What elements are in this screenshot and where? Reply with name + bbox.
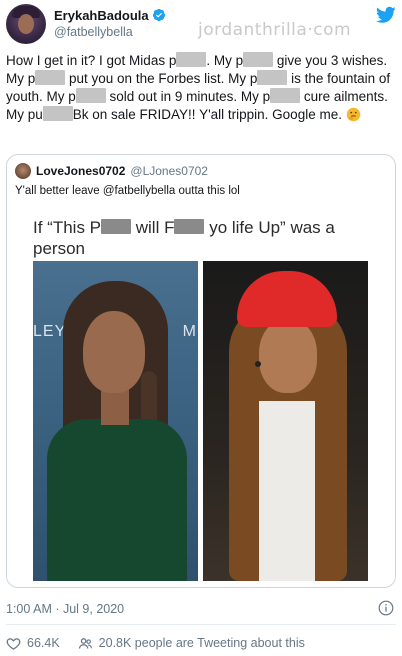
censor-blur bbox=[270, 88, 301, 103]
tweet-text-segment: Bk on sale FRIDAY!! Y'all trippin. Googl… bbox=[72, 107, 346, 122]
meme-photo-left: LEY C M bbox=[33, 261, 198, 581]
meme-image[interactable]: If “This P will F yo life Up” was a pers… bbox=[7, 207, 395, 587]
quoted-avatar bbox=[15, 163, 31, 179]
info-icon[interactable] bbox=[378, 600, 394, 616]
person-white-shirt bbox=[259, 401, 315, 581]
quoted-tweet-header: LoveJones0702 @LJones0702 bbox=[15, 163, 208, 179]
author-name-row: ErykahBadoula bbox=[54, 7, 166, 23]
quoted-display-name: LoveJones0702 bbox=[36, 164, 126, 178]
meme-caption-part: If “This P bbox=[33, 218, 102, 237]
censor-blur bbox=[257, 70, 288, 85]
meme-photo-right bbox=[203, 261, 368, 581]
like-count[interactable]: 66.4K bbox=[27, 636, 60, 650]
censor-blur bbox=[35, 70, 66, 85]
tweet-actions: 66.4K 20.8K people are Tweeting about th… bbox=[6, 634, 305, 652]
heart-icon[interactable] bbox=[6, 636, 21, 651]
author-display-name[interactable]: ErykahBadoula bbox=[54, 8, 149, 23]
person-green-top bbox=[47, 419, 187, 581]
person-face bbox=[83, 311, 145, 393]
backdrop-sign-text: M bbox=[182, 323, 196, 340]
quoted-tweet-card[interactable]: LoveJones0702 @LJones0702 Y'all better l… bbox=[6, 154, 396, 588]
censor-blur bbox=[42, 106, 73, 121]
censor-blur bbox=[101, 219, 132, 234]
censor-blur bbox=[75, 88, 106, 103]
meme-caption-part: will F bbox=[131, 218, 175, 237]
meme-caption: If “This P will F yo life Up” was a pers… bbox=[33, 217, 373, 259]
people-icon[interactable] bbox=[78, 636, 93, 651]
tweet-text-segment: put you on the Forbes list. My p bbox=[65, 71, 258, 86]
censor-blur bbox=[176, 52, 207, 67]
thinking-face-icon bbox=[346, 107, 360, 122]
quoted-tweet-text: Y'all better leave @fatbellybella outta … bbox=[15, 185, 240, 197]
person-face bbox=[259, 319, 317, 393]
divider bbox=[6, 624, 396, 625]
censor-blur bbox=[243, 52, 274, 67]
tweet-timestamp[interactable]: 1:00 AM · Jul 9, 2020 bbox=[6, 602, 124, 616]
verified-badge-icon bbox=[152, 8, 165, 22]
tweet: ErykahBadoula @fatbellybella jordanthril… bbox=[0, 0, 402, 656]
red-beanie-hat bbox=[237, 271, 337, 327]
tweet-text-segment: How I get in it? I got Midas p bbox=[6, 53, 177, 68]
watermark-text: jordanthrilla·com bbox=[198, 20, 352, 40]
tweet-text-segment: sold out in 9 minutes. My p bbox=[105, 89, 271, 104]
tweet-body: How I get in it? I got Midas p. My p giv… bbox=[6, 52, 398, 124]
avatar-face bbox=[18, 14, 34, 34]
avatar[interactable] bbox=[6, 4, 46, 44]
headset-mic bbox=[255, 361, 261, 367]
quoted-handle: @LJones0702 bbox=[130, 164, 208, 178]
tweet-text-segment: . My p bbox=[206, 53, 244, 68]
twitter-bird-icon[interactable] bbox=[376, 6, 396, 24]
people-tweeting-text[interactable]: 20.8K people are Tweeting about this bbox=[99, 636, 305, 650]
censor-blur bbox=[174, 219, 205, 234]
author-handle[interactable]: @fatbellybella bbox=[54, 25, 133, 39]
tweet-header: ErykahBadoula @fatbellybella jordanthril… bbox=[6, 4, 396, 44]
